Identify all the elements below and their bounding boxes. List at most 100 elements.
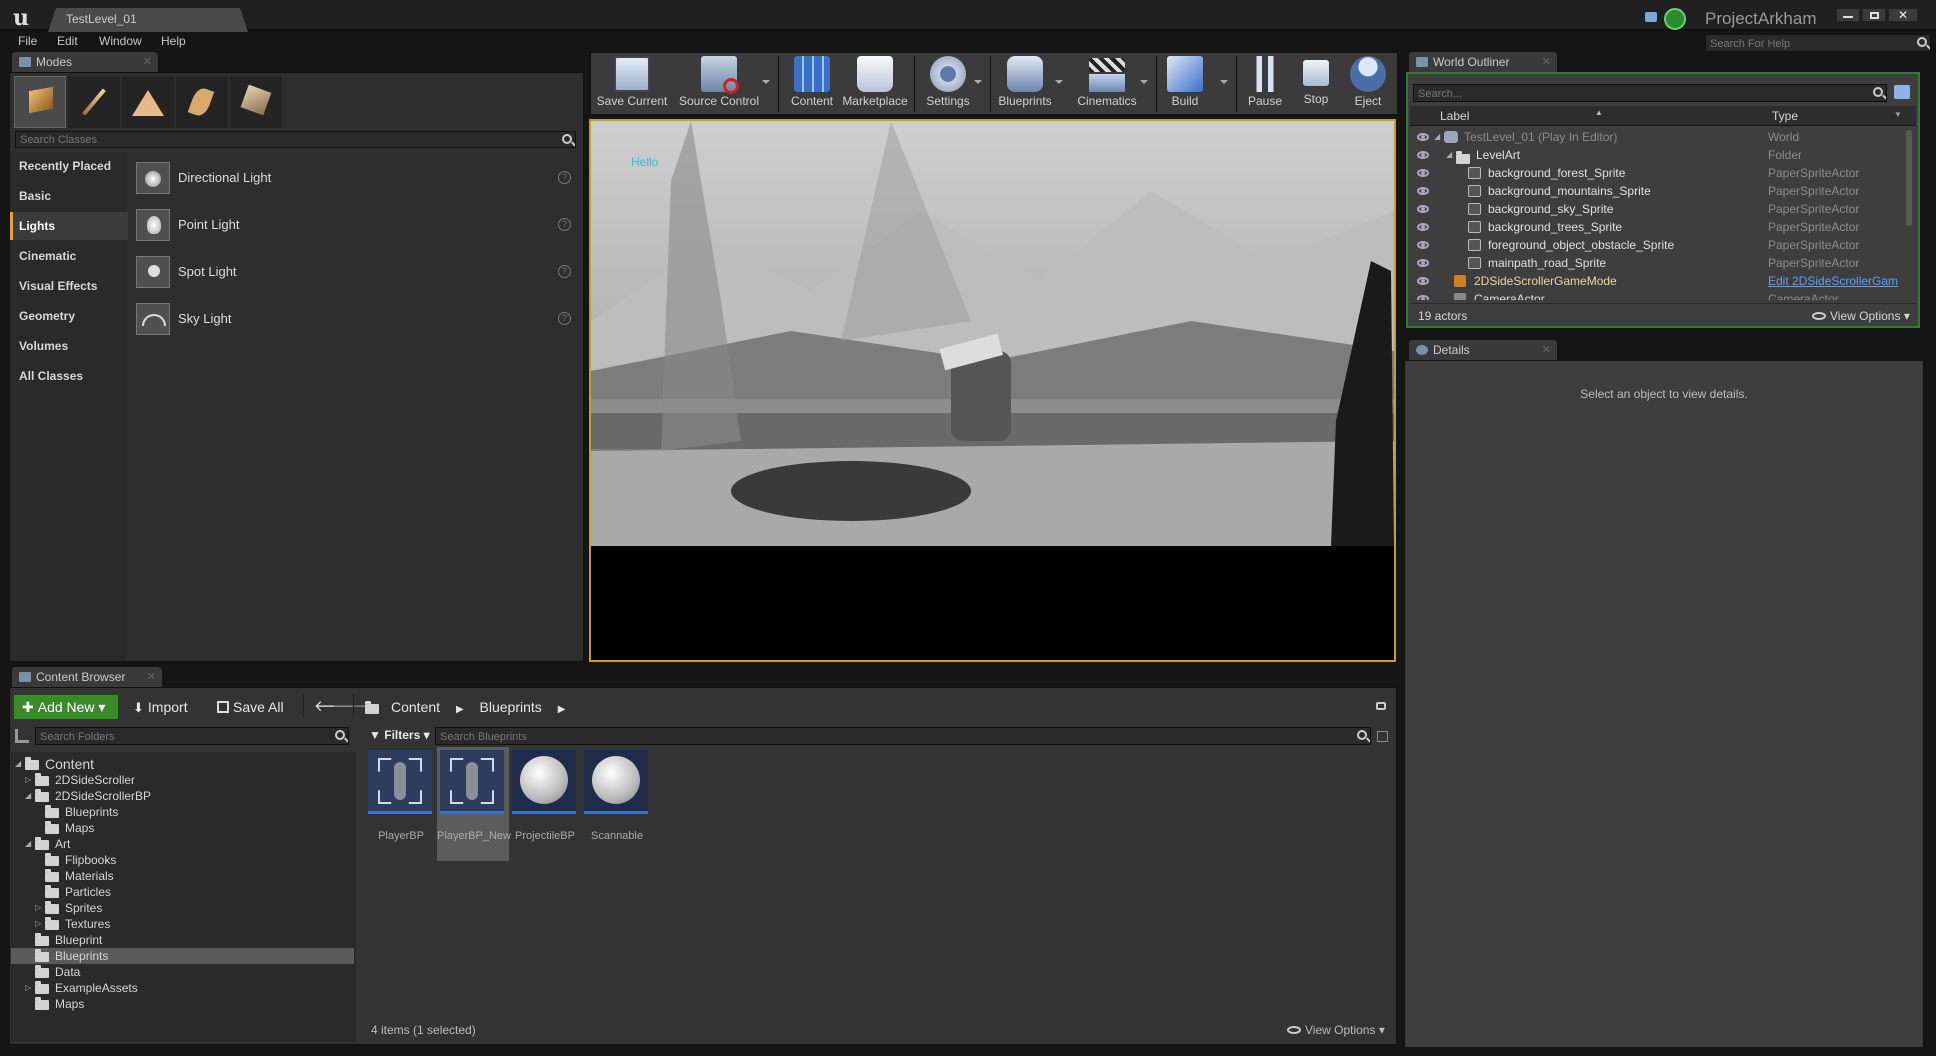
expanded-arrow-icon[interactable]: ◢ xyxy=(15,756,21,772)
folder-tree-item[interactable]: Blueprint xyxy=(11,932,354,948)
outliner-row[interactable]: background_forest_Sprite PaperSpriteActor xyxy=(1410,164,1910,182)
menu-edit[interactable]: Edit xyxy=(57,34,78,48)
visibility-eye-icon[interactable] xyxy=(1417,295,1429,300)
class-item-directional-light[interactable]: Directional Light ? xyxy=(132,160,578,196)
minimize-button[interactable] xyxy=(1836,8,1860,22)
folder-tree-item[interactable]: Flipbooks xyxy=(11,852,354,868)
asset-tile[interactable]: PlayerBP_New xyxy=(437,747,511,861)
outliner-row[interactable]: background_trees_Sprite PaperSpriteActor xyxy=(1410,218,1910,236)
menu-help[interactable]: Help xyxy=(161,34,186,48)
class-item-spot-light[interactable]: Spot Light ? xyxy=(132,254,578,290)
asset-tile[interactable]: ProjectileBP xyxy=(512,750,578,858)
source-control-button[interactable]: Source Control xyxy=(676,52,762,114)
breadcrumb-content[interactable]: Content xyxy=(391,699,440,715)
world-outliner-tab[interactable]: World Outliner ✕ xyxy=(1409,52,1557,72)
expanded-arrow-icon[interactable]: ◢ xyxy=(25,836,31,852)
outliner-search-input[interactable]: Search... xyxy=(1413,84,1887,102)
folder-tree-item[interactable]: Data xyxy=(11,964,354,980)
outliner-row[interactable]: foreground_object_obstacle_Sprite PaperSp… xyxy=(1410,236,1910,254)
chat-icon[interactable] xyxy=(1645,12,1657,22)
breadcrumb-blueprints[interactable]: Blueprints xyxy=(480,699,542,715)
pause-button[interactable]: Pause xyxy=(1240,52,1290,114)
blueprints-button[interactable]: Blueprints xyxy=(992,52,1058,114)
settings-dropdown[interactable] xyxy=(974,80,982,84)
close-button[interactable]: ✕ xyxy=(1888,8,1918,22)
lock-icon[interactable] xyxy=(1376,702,1386,710)
paint-mode-button[interactable] xyxy=(68,76,120,128)
eject-button[interactable]: Eject xyxy=(1344,52,1392,114)
close-tab-icon[interactable]: ✕ xyxy=(143,52,152,72)
settings-button[interactable]: Settings xyxy=(918,52,978,114)
category-basic[interactable]: Basic xyxy=(10,182,128,210)
help-icon[interactable]: ? xyxy=(558,171,571,184)
edit-game-mode-link[interactable]: Edit 2DSideScrollerGam xyxy=(1768,272,1898,290)
visibility-eye-icon[interactable] xyxy=(1417,223,1429,231)
visibility-eye-icon[interactable] xyxy=(1417,187,1429,195)
help-icon[interactable]: ? xyxy=(558,312,571,325)
collapsed-arrow-icon[interactable]: ▷ xyxy=(25,772,31,788)
visibility-eye-icon[interactable] xyxy=(1417,277,1429,285)
class-item-sky-light[interactable]: Sky Light ? xyxy=(132,301,578,337)
import-button[interactable]: ⬇ Import xyxy=(133,694,188,720)
source-control-dropdown[interactable] xyxy=(762,80,770,84)
visibility-eye-icon[interactable] xyxy=(1417,259,1429,267)
view-options-button[interactable]: View Options ▾ xyxy=(1812,309,1910,323)
cinematics-button[interactable]: Cinematics xyxy=(1072,52,1142,114)
stop-button[interactable]: Stop xyxy=(1292,52,1340,114)
foliage-mode-button[interactable] xyxy=(176,76,228,128)
folder-tree-item[interactable]: ▷ ExampleAssets xyxy=(11,980,354,996)
filters-button[interactable]: ▼ Filters ▾ xyxy=(369,722,430,748)
breadcrumb-arrow-icon[interactable]: ▶ xyxy=(558,704,566,715)
search-assets-input[interactable]: Search Blueprints xyxy=(435,727,1371,745)
category-all-classes[interactable]: All Classes xyxy=(10,362,128,390)
folder-tree-item[interactable]: Materials xyxy=(11,868,354,884)
folder-tree-item[interactable]: Maps xyxy=(11,820,354,836)
folder-tree-item[interactable]: ◢ Content xyxy=(11,756,354,772)
visibility-eye-icon[interactable] xyxy=(1417,169,1429,177)
close-tab-icon[interactable]: ✕ xyxy=(1542,52,1551,72)
menu-file[interactable]: File xyxy=(18,34,37,48)
modes-tab[interactable]: Modes ✕ xyxy=(12,52,158,72)
column-options-icon[interactable]: ▼ xyxy=(1894,110,1902,119)
folder-tree-item[interactable]: ◢ 2DSideScrollerBP xyxy=(11,788,354,804)
save-search-icon[interactable] xyxy=(1377,731,1388,742)
source-control-status-icon[interactable] xyxy=(1664,8,1686,30)
category-geometry[interactable]: Geometry xyxy=(10,302,128,330)
close-tab-icon[interactable]: ✕ xyxy=(147,667,156,687)
class-item-point-light[interactable]: Point Light ? xyxy=(132,207,578,243)
outliner-row[interactable]: 2DSideScrollerGameMode Edit 2DSideScrolle… xyxy=(1410,272,1910,290)
expand-arrow-icon[interactable]: ◢ xyxy=(1446,146,1452,164)
outliner-row[interactable]: ◢ TestLevel_01 (Play In Editor) World xyxy=(1410,128,1910,146)
outliner-row[interactable]: background_sky_Sprite PaperSpriteActor xyxy=(1410,200,1910,218)
landscape-mode-button[interactable] xyxy=(122,76,174,128)
folder-tree-item[interactable]: ▷ Textures xyxy=(11,916,354,932)
outliner-row[interactable]: mainpath_road_Sprite PaperSpriteActor xyxy=(1410,254,1910,272)
column-type[interactable]: Type xyxy=(1772,109,1798,123)
category-volumes[interactable]: Volumes xyxy=(10,332,128,360)
folder-tree-item[interactable]: Blueprints xyxy=(11,948,354,964)
visibility-eye-icon[interactable] xyxy=(1417,151,1429,159)
sources-toggle-icon[interactable] xyxy=(15,729,29,743)
expanded-arrow-icon[interactable]: ◢ xyxy=(25,788,31,804)
asset-view-options-button[interactable]: View Options ▾ xyxy=(1287,1023,1385,1037)
viewport[interactable]: Hello xyxy=(589,119,1396,662)
marketplace-button[interactable]: Marketplace xyxy=(840,52,910,114)
collapsed-arrow-icon[interactable]: ▷ xyxy=(25,980,31,996)
save-current-button[interactable]: Save Current xyxy=(594,52,670,114)
category-recently-placed[interactable]: Recently Placed xyxy=(10,152,128,180)
place-mode-button[interactable] xyxy=(14,76,66,128)
folder-tree-item[interactable]: Maps xyxy=(11,996,354,1012)
blueprints-dropdown[interactable] xyxy=(1055,80,1063,84)
collapsed-arrow-icon[interactable]: ▷ xyxy=(35,900,41,916)
category-visual-effects[interactable]: Visual Effects xyxy=(10,272,128,300)
help-icon[interactable]: ? xyxy=(558,265,571,278)
content-button[interactable]: Content xyxy=(782,52,842,114)
geometry-mode-button[interactable] xyxy=(230,76,282,128)
help-icon[interactable]: ? xyxy=(558,218,571,231)
outliner-row[interactable]: background_mountains_Sprite PaperSpriteAc… xyxy=(1410,182,1910,200)
column-label[interactable]: Label xyxy=(1440,109,1469,123)
folder-tree-item[interactable]: ▷ Sprites xyxy=(11,900,354,916)
close-tab-icon[interactable]: ✕ xyxy=(1542,340,1551,360)
menu-window[interactable]: Window xyxy=(99,34,142,48)
asset-tile[interactable]: PlayerBP xyxy=(368,750,434,858)
